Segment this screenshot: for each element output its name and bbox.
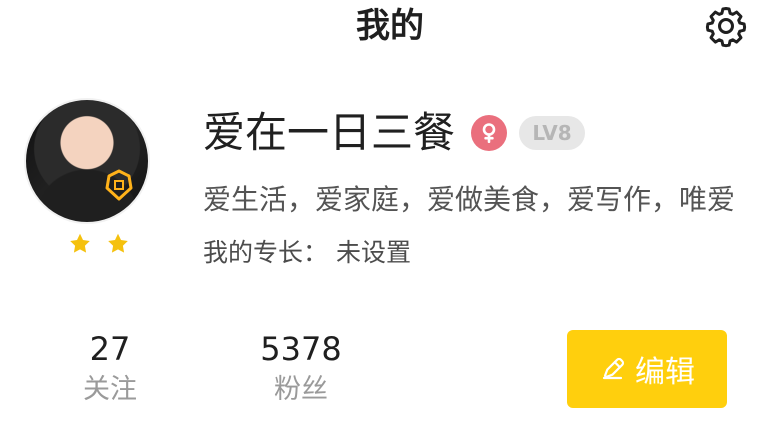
following-count: 27 bbox=[89, 330, 131, 368]
rating-stars bbox=[68, 232, 130, 256]
username: 爱在一日三餐 bbox=[203, 108, 456, 157]
following-stat[interactable]: 27 关注 bbox=[74, 330, 146, 408]
fans-count: 5378 bbox=[260, 330, 342, 368]
settings-button[interactable] bbox=[700, 0, 752, 52]
fans-label: 粉丝 bbox=[274, 374, 328, 405]
edit-label: 编辑 bbox=[635, 355, 695, 390]
profile-specialty: 我的专长： 未设置 bbox=[203, 238, 411, 267]
female-icon bbox=[471, 115, 508, 151]
fans-stat[interactable]: 5378 粉丝 bbox=[256, 330, 346, 408]
edit-button[interactable]: 编辑 bbox=[567, 330, 727, 408]
gear-icon bbox=[705, 7, 747, 48]
following-label: 关注 bbox=[83, 374, 137, 405]
star-icon bbox=[70, 233, 90, 253]
star-icon bbox=[108, 233, 128, 253]
profile-bio: 爱生活，爱家庭，爱做美食，爱写作，唯爱 bbox=[203, 183, 736, 216]
profile-header: 爱在一日三餐 LV8 bbox=[203, 104, 586, 162]
pencil-icon bbox=[602, 357, 625, 380]
avatar[interactable] bbox=[24, 98, 150, 224]
level-badge: LV8 bbox=[519, 116, 586, 150]
page-title: 我的 bbox=[356, 6, 424, 46]
profile-page: 我的 爱在一日三餐 LV8 爱生活，爱家庭，爱做美食，爱写作，唯爱 我的专长： … bbox=[0, 0, 780, 439]
